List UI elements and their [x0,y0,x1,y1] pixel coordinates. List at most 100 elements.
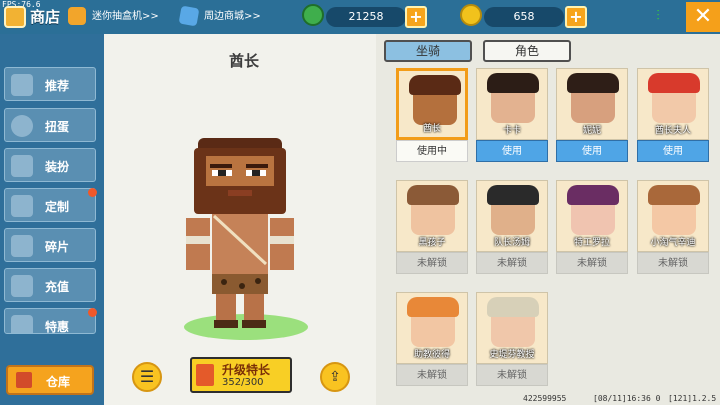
add-coins-button[interactable]: + [405,6,427,28]
bean-balance: 658 [484,7,564,27]
upgrade-label: 升级特长 [222,363,271,377]
hair-shape [648,185,700,205]
sidebar-item-dressup[interactable]: 装扮 [4,148,96,182]
character-portrait[interactable]: 特工罗拉 [556,180,628,252]
character-portrait[interactable]: 队长汤姆 [476,180,548,252]
hair-shape [487,73,539,93]
character-card-name: 特工罗拉 [573,238,610,248]
merch-label: 周边商城>> [204,11,261,22]
brush-icon [11,195,33,217]
character-card[interactable]: 酋长夫人 使用 [637,68,709,162]
character-portrait[interactable]: 卡卡 [476,68,548,140]
sidebar-item-label: 定制 [45,200,70,214]
character-portrait[interactable]: 妮妮 [556,68,628,140]
locked-status: 未解锁 [637,252,709,274]
sidebar-item-label: 装扮 [45,160,70,174]
coin-icon [302,4,324,26]
sidebar-item-custom[interactable]: 定制 [4,188,96,222]
character-card-name: 黑孩子 [418,238,446,248]
character-card-name: 酋长夫人 [654,126,691,136]
sidebar-item-fragments[interactable]: 碎片 [4,228,96,262]
character-name: 酋长 [228,52,259,70]
upgrade-progress: 352/300 [222,377,264,388]
notification-dot [88,308,97,317]
notification-dot [88,188,97,197]
character-portrait[interactable]: 史堤芬教授 [476,292,548,364]
character-card[interactable]: 妮妮 使用 [556,68,628,162]
blind-box-link[interactable]: 迷你抽盒机>> [68,6,159,28]
timestamp: [08/11]16:36 0 [593,394,661,403]
close-button[interactable]: ✕ [686,2,720,32]
tab-characters[interactable]: 角色 [483,40,571,62]
character-card-name: 队长汤姆 [493,238,530,248]
hair-shape [487,185,539,205]
character-portrait[interactable]: 小淘气辛迪 [637,180,709,252]
sidebar-item-label: 扭蛋 [45,120,70,134]
sidebar-item-gacha[interactable]: 扭蛋 [4,108,96,142]
recharge-icon [11,275,33,297]
sidebar-item-label: 特惠 [45,320,70,334]
locked-status: 未解锁 [396,364,468,386]
character-portrait[interactable]: 助教彼得 [396,292,468,364]
use-button[interactable]: 使用 [637,140,709,162]
blind-box-icon [68,7,86,25]
character-card[interactable]: 助教彼得 未解锁 [396,292,468,386]
character-card-name: 小淘气辛迪 [650,238,696,248]
hair-shape [567,185,619,205]
in-use-status: 使用中 [396,140,468,162]
list-menu-button[interactable]: ☰ [132,362,162,392]
blind-box-label: 迷你抽盒机>> [92,11,159,22]
sidebar-item-label: 碎片 [45,240,70,254]
hair-shape [407,185,459,205]
shirt-icon [11,155,33,177]
depot-button[interactable]: 仓库 [6,365,94,395]
thumb-icon [11,74,33,96]
gift-icon [11,315,33,333]
character-portrait[interactable]: 酋长夫人 [637,68,709,140]
use-button[interactable]: 使用 [556,140,628,162]
sidebar-item-label: 推荐 [45,79,70,93]
hair-shape [409,75,461,95]
upgrade-skill-button[interactable]: 升级特长 352/300 [190,357,292,393]
locked-status: 未解锁 [396,252,468,274]
merch-link[interactable]: 周边商城>> [178,5,261,28]
tab-mounts[interactable]: 坐骑 [384,40,472,62]
version: [121]1.2.5 [668,394,717,403]
character-card[interactable]: 队长汤姆 未解锁 [476,180,548,274]
hair-shape [567,73,619,93]
character-card-name: 助教彼得 [413,350,450,360]
add-beans-button[interactable]: + [565,6,587,28]
skill-book-icon [196,364,214,386]
locked-status: 未解锁 [556,252,628,274]
depot-label: 仓库 [46,375,71,389]
sidebar-item-recharge[interactable]: 充值 [4,268,96,302]
sidebar-item-recommend[interactable]: 推荐 [4,67,96,101]
character-card[interactable]: 黑孩子 未解锁 [396,180,468,274]
shop-icon [4,6,26,28]
character-card[interactable]: 史堤芬教授 未解锁 [476,292,548,386]
locked-status: 未解锁 [476,364,548,386]
character-portrait[interactable]: 酋长 [396,68,468,140]
hair-shape [648,73,700,93]
coin-balance: 21258 [326,7,406,27]
character-card[interactable]: 特工罗拉 未解锁 [556,180,628,274]
character-card[interactable]: 小淘气辛迪 未解锁 [637,180,709,274]
box-icon [16,372,32,388]
use-button[interactable]: 使用 [476,140,548,162]
sidebar-item-deals[interactable]: 特惠 [4,308,96,334]
bean-icon [460,4,482,26]
character-model[interactable] [180,136,310,332]
character-portrait[interactable]: 黑孩子 [396,180,468,252]
hair-shape [487,297,539,317]
share-button[interactable]: ⇪ [320,362,350,392]
merch-icon [178,5,200,27]
character-card-name: 酋长 [422,124,441,134]
fragment-icon [11,235,33,257]
sidebar-item-label: 充值 [45,280,70,294]
character-card[interactable]: 卡卡 使用 [476,68,548,162]
hair-shape [407,297,459,317]
character-card[interactable]: 酋长 使用中 [396,68,468,162]
character-card-name: 妮妮 [582,126,601,136]
user-id: 422599955 [523,394,567,403]
gacha-icon [11,115,33,137]
